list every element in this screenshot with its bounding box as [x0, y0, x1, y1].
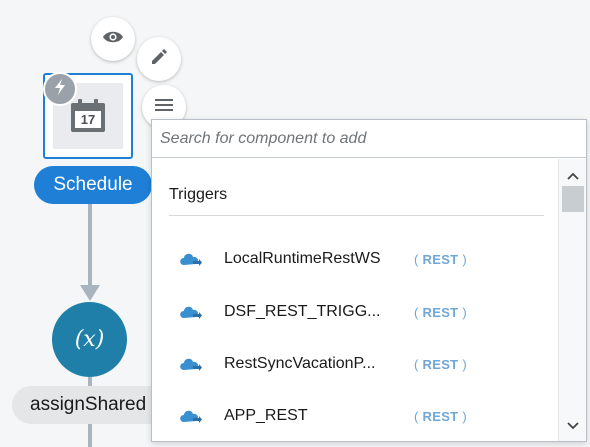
component-search-input[interactable] — [152, 120, 586, 158]
chevron-up-icon — [567, 167, 579, 185]
assign-variable-node[interactable]: (x) — [52, 302, 127, 377]
scroll-thumb[interactable] — [562, 186, 584, 212]
list-item[interactable]: APP_REST ( REST ) — [152, 391, 558, 441]
list-item[interactable]: LocalRuntimeRestWS ( REST ) — [152, 234, 558, 286]
connector-arrowhead — [80, 285, 100, 301]
list-item-name: APP_REST — [224, 407, 308, 424]
type-badge: ( REST ) — [414, 252, 467, 267]
lightning-bolt-icon — [53, 78, 67, 101]
menu-lines-icon — [154, 97, 174, 118]
type-badge-text: REST — [422, 357, 459, 372]
type-badge: ( REST ) — [414, 357, 467, 372]
list-item-name: DSF_REST_TRIGG... — [224, 303, 381, 320]
add-component-popup: Triggers LocalRuntimeRestWS ( REST ) DSF… — [151, 119, 587, 442]
type-badge: ( REST ) — [414, 305, 467, 320]
view-button[interactable] — [91, 17, 135, 61]
calendar-day: 17 — [80, 112, 96, 127]
scroll-up-button[interactable] — [564, 167, 582, 185]
list-scrollbar[interactable] — [558, 159, 586, 441]
scroll-down-button[interactable] — [564, 417, 582, 435]
type-badge-text: REST — [422, 252, 459, 267]
trigger-bolt-badge — [43, 72, 77, 106]
type-badge: ( REST ) — [414, 409, 467, 424]
list-item-name: LocalRuntimeRestWS — [224, 250, 381, 267]
list-item[interactable]: DSF_REST_TRIGG... ( REST ) — [152, 287, 558, 339]
type-badge-text: REST — [422, 409, 459, 424]
schedule-label[interactable]: Schedule — [34, 166, 152, 204]
cloud-adapter-icon — [178, 304, 202, 322]
cloud-adapter-icon — [178, 251, 202, 269]
type-badge-text: REST — [422, 305, 459, 320]
eye-icon — [102, 30, 124, 49]
chevron-down-icon — [567, 417, 579, 435]
triggers-section-title: Triggers — [169, 186, 228, 203]
cloud-adapter-icon — [178, 356, 202, 374]
pencil-icon — [150, 48, 168, 71]
list-item[interactable]: RestSyncVacationP... ( REST ) — [152, 339, 558, 391]
edit-button[interactable] — [137, 37, 181, 81]
cloud-adapter-icon — [178, 408, 202, 426]
connector-line-top — [88, 204, 92, 294]
variable-x-icon: (x) — [74, 327, 105, 352]
section-divider — [169, 215, 544, 216]
list-item-name: RestSyncVacationP... — [224, 355, 376, 372]
assign-action-label[interactable]: assignShared — [12, 386, 172, 424]
calendar-icon: 17 — [69, 98, 107, 134]
component-list: Triggers LocalRuntimeRestWS ( REST ) DSF… — [152, 159, 558, 441]
